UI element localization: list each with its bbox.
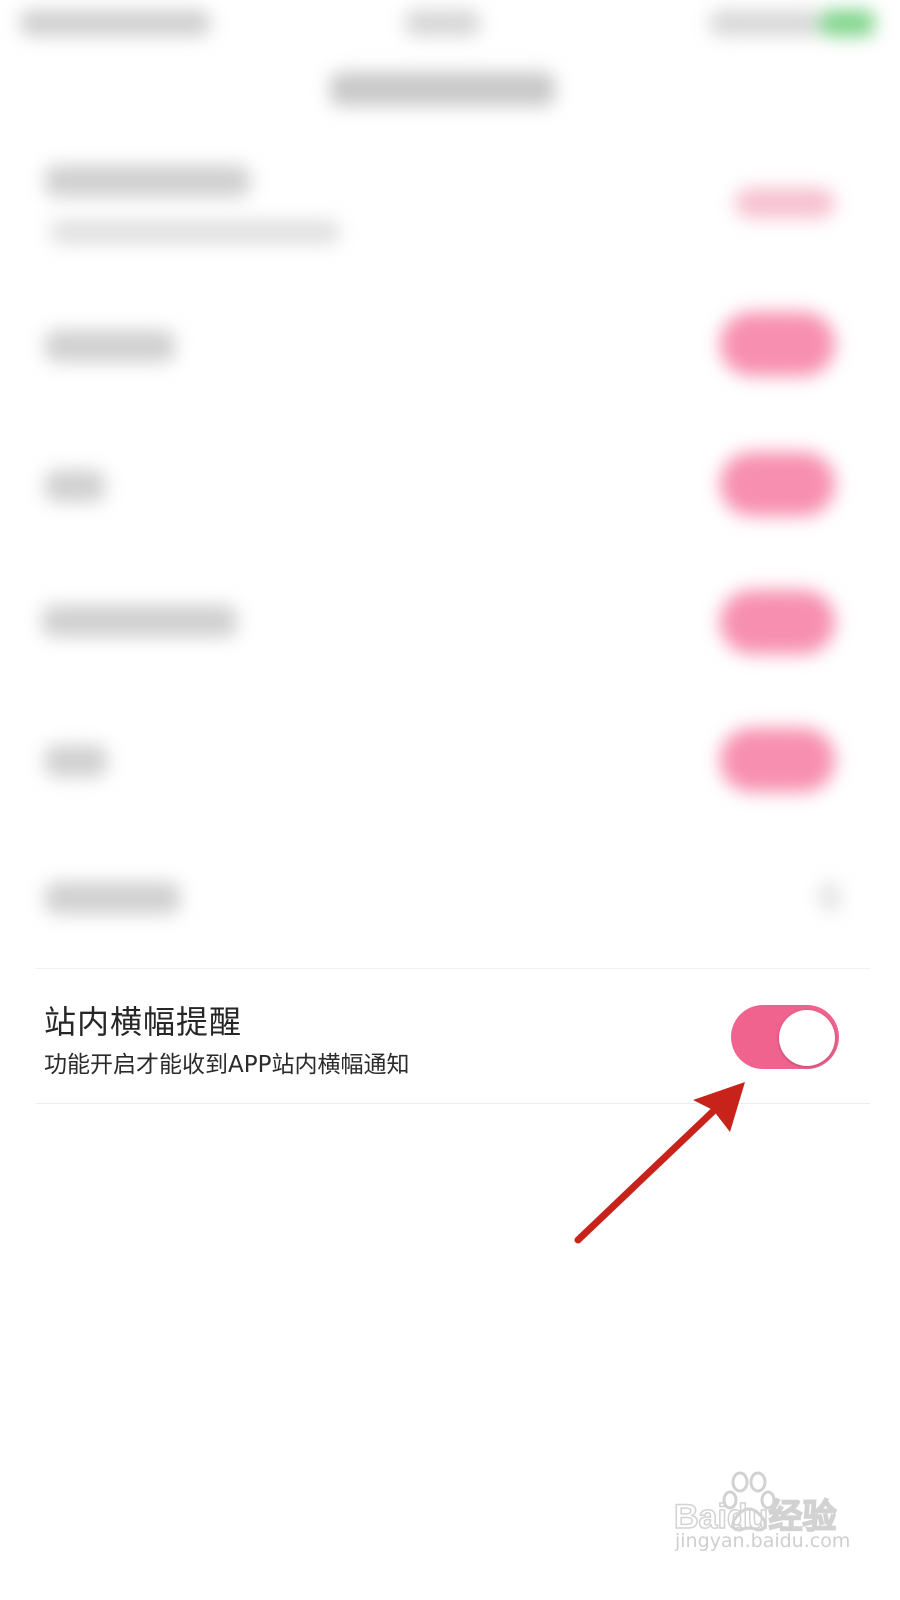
blurred-toggle-5 <box>720 728 835 792</box>
blurred-row-6-title <box>45 882 180 914</box>
blurred-row-1-desc <box>50 220 340 244</box>
blurred-row-2-title <box>45 330 175 362</box>
status-bar-time <box>405 10 480 36</box>
blurred-row-4-title <box>42 605 237 637</box>
banner-reminder-toggle[interactable] <box>731 1005 839 1069</box>
nav-title-blurred <box>330 72 555 106</box>
status-bar-right <box>710 10 820 36</box>
arrow-shaft <box>574 1096 729 1244</box>
blurred-toggle-3 <box>720 452 835 516</box>
blurred-toggle-2 <box>720 312 835 376</box>
annotation-arrow-icon <box>574 1082 745 1244</box>
blurred-toggle-4 <box>720 590 835 654</box>
blurred-chevron-icon <box>820 882 840 912</box>
battery-icon <box>820 10 875 36</box>
status-bar-left <box>20 10 210 36</box>
blurred-row-3-title <box>45 470 105 502</box>
blurred-toggle-1 <box>735 188 835 218</box>
setting-description: 功能开启才能收到APP站内横幅通知 <box>44 1052 410 1078</box>
blurred-background <box>0 0 900 1000</box>
blurred-row-1-title <box>45 165 250 197</box>
toggle-knob <box>779 1010 835 1066</box>
setting-title: 站内横幅提醒 <box>44 1003 243 1041</box>
watermark-url: jingyan.baidu.com <box>675 1530 851 1552</box>
blurred-row-5-title <box>45 745 107 777</box>
